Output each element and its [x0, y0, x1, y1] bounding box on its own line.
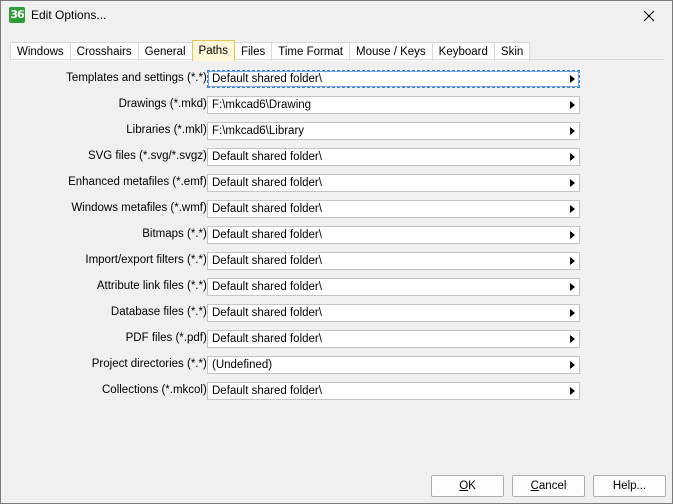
- path-field-templates[interactable]: Default shared folder\: [207, 70, 580, 88]
- path-value: Default shared folder\: [212, 281, 322, 293]
- close-icon: [643, 10, 655, 22]
- path-label: Database files (*.*):: [110, 306, 210, 318]
- path-row-attribute-link: Attribute link files (*.*): Default shar…: [10, 278, 670, 296]
- cancel-button[interactable]: Cancel: [512, 475, 585, 497]
- arrow-right-icon[interactable]: [570, 309, 575, 317]
- arrow-right-icon[interactable]: [570, 257, 575, 265]
- ok-label-rest: K: [468, 480, 476, 492]
- arrow-right-icon[interactable]: [570, 387, 575, 395]
- cancel-label-rest: ancel: [538, 480, 567, 492]
- path-row-emf: Enhanced metafiles (*.emf): Default shar…: [10, 174, 670, 192]
- path-label: Templates and settings (*.*):: [66, 72, 210, 84]
- arrow-right-icon[interactable]: [570, 283, 575, 291]
- help-button[interactable]: Help...: [593, 475, 666, 497]
- arrow-right-icon[interactable]: [570, 335, 575, 343]
- path-value: Default shared folder\: [212, 229, 322, 241]
- path-row-drawings: Drawings (*.mkd): F:\mkcad6\Drawing: [10, 96, 670, 114]
- path-row-import-export: Import/export filters (*.*): Default sha…: [10, 252, 670, 270]
- path-label: Windows metafiles (*.wmf):: [71, 202, 210, 214]
- arrow-right-icon[interactable]: [570, 179, 575, 187]
- tab-paths[interactable]: Paths: [191, 40, 235, 61]
- tab-strip: Windows Crosshairs General Paths Files T…: [10, 40, 531, 61]
- path-value: Default shared folder\: [212, 307, 322, 319]
- arrow-right-icon[interactable]: [570, 361, 575, 369]
- path-row-svg: SVG files (*.svg/*.svgz): Default shared…: [10, 148, 670, 166]
- path-field-collections[interactable]: Default shared folder\: [207, 382, 580, 400]
- path-value: F:\mkcad6\Library: [212, 125, 305, 137]
- path-value: (Undefined): [212, 359, 273, 371]
- path-label: PDF files (*.pdf):: [125, 332, 210, 344]
- path-value: Default shared folder\: [212, 255, 322, 267]
- path-field-database[interactable]: Default shared folder\: [207, 304, 580, 322]
- edit-options-dialog: 36 Edit Options... Windows Crosshairs Ge…: [0, 0, 673, 504]
- path-row-collections: Collections (*.mkcol): Default shared fo…: [10, 382, 670, 400]
- path-field-wmf[interactable]: Default shared folder\: [207, 200, 580, 218]
- path-label: Bitmaps (*.*):: [142, 228, 210, 240]
- path-field-svg[interactable]: Default shared folder\: [207, 148, 580, 166]
- path-field-bitmaps[interactable]: Default shared folder\: [207, 226, 580, 244]
- path-row-database: Database files (*.*): Default shared fol…: [10, 304, 670, 322]
- window-title: Edit Options...: [31, 8, 107, 22]
- path-label: Drawings (*.mkd):: [118, 98, 210, 110]
- path-row-templates: Templates and settings (*.*): Default sh…: [10, 70, 670, 88]
- arrow-right-icon[interactable]: [570, 75, 575, 83]
- paths-panel: Templates and settings (*.*): Default sh…: [10, 59, 664, 465]
- path-field-emf[interactable]: Default shared folder\: [207, 174, 580, 192]
- path-row-wmf: Windows metafiles (*.wmf): Default share…: [10, 200, 670, 218]
- path-field-project-directories[interactable]: (Undefined): [207, 356, 580, 374]
- path-value: Default shared folder\: [212, 385, 322, 397]
- arrow-right-icon[interactable]: [570, 127, 575, 135]
- path-value: Default shared folder\: [212, 333, 322, 345]
- path-label: SVG files (*.svg/*.svgz):: [87, 150, 210, 162]
- path-label: Libraries (*.mkl):: [126, 124, 210, 136]
- path-label: Attribute link files (*.*):: [96, 280, 210, 292]
- path-label: Enhanced metafiles (*.emf):: [68, 176, 210, 188]
- path-value: Default shared folder\: [212, 151, 322, 163]
- path-label: Project directories (*.*):: [91, 358, 210, 370]
- path-value: Default shared folder\: [212, 203, 322, 215]
- path-field-attribute-link[interactable]: Default shared folder\: [207, 278, 580, 296]
- path-value: Default shared folder\: [212, 177, 322, 189]
- path-field-libraries[interactable]: F:\mkcad6\Library: [207, 122, 580, 140]
- arrow-right-icon[interactable]: [570, 231, 575, 239]
- path-field-pdf[interactable]: Default shared folder\: [207, 330, 580, 348]
- close-button[interactable]: [626, 1, 672, 31]
- ok-button[interactable]: OK: [431, 475, 504, 497]
- arrow-right-icon[interactable]: [570, 205, 575, 213]
- cancel-mnemonic: C: [530, 480, 539, 492]
- ok-mnemonic: O: [459, 480, 469, 492]
- app-icon: 36: [9, 7, 25, 23]
- path-field-drawings[interactable]: F:\mkcad6\Drawing: [207, 96, 580, 114]
- arrow-right-icon[interactable]: [570, 153, 575, 161]
- path-label: Collections (*.mkcol):: [102, 384, 210, 396]
- path-value: Default shared folder\: [212, 73, 322, 85]
- title-bar: 36 Edit Options...: [1, 1, 672, 31]
- path-row-project-directories: Project directories (*.*): (Undefined): [10, 356, 670, 374]
- arrow-right-icon[interactable]: [570, 101, 575, 109]
- path-label: Import/export filters (*.*):: [85, 254, 210, 266]
- path-row-pdf: PDF files (*.pdf): Default shared folder…: [10, 330, 670, 348]
- path-row-libraries: Libraries (*.mkl): F:\mkcad6\Library: [10, 122, 670, 140]
- path-field-import-export[interactable]: Default shared folder\: [207, 252, 580, 270]
- path-row-bitmaps: Bitmaps (*.*): Default shared folder\: [10, 226, 670, 244]
- path-value: F:\mkcad6\Drawing: [212, 99, 312, 111]
